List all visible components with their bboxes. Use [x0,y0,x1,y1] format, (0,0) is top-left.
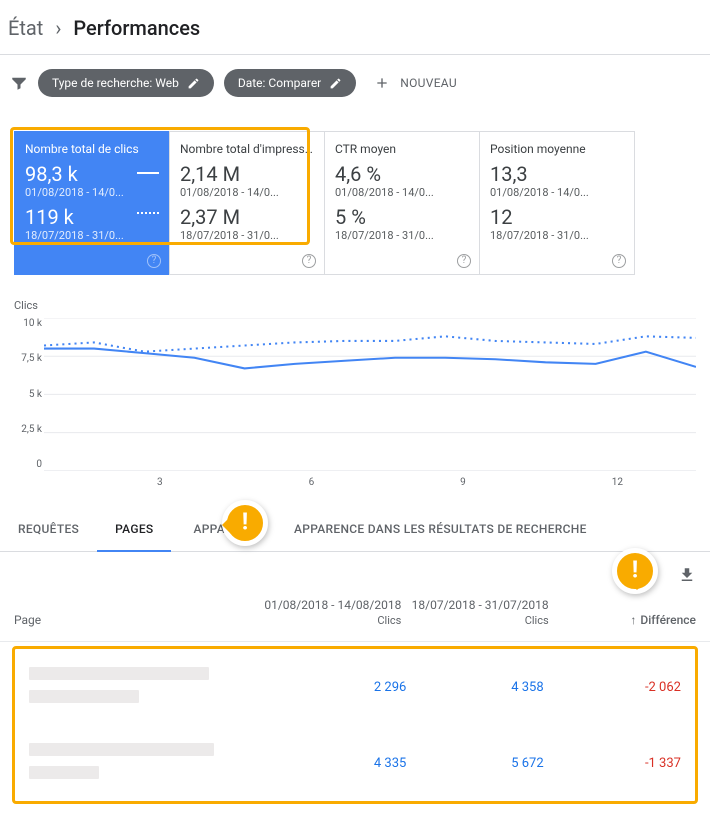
table-toolbar [0,552,710,588]
th-period-b[interactable]: 18/07/2018 - 31/07/2018 Clics [401,598,548,627]
pencil-icon [329,77,342,90]
cell-page [29,743,269,783]
chart-container: Clics 10 k 7,5 k 5 k 2,5 k 0 3 6 9 12 [14,299,696,488]
metric-date-a: 01/08/2018 - 14/0... [335,186,469,199]
metric-date-a: 01/08/2018 - 14/0... [180,186,314,199]
th-difference[interactable]: ↑Différence [549,613,696,627]
plus-icon [374,75,390,91]
metric-value-b: 2,37 M [180,205,314,229]
metric-value-a: 4,6 % [335,162,469,186]
callout-annotation: ! [612,548,672,608]
callout-annotation: ! [222,500,282,560]
page-title: Performances [73,16,200,40]
metric-title: Nombre total d'impressi... [180,142,314,156]
metric-impressions[interactable]: Nombre total d'impressi... 2,14 M 01/08/… [169,131,325,275]
metric-date-b: 18/07/2018 - 31/0... [180,229,314,242]
filter-icon[interactable] [10,74,28,92]
tab-requetes[interactable]: REQUÊTES [0,508,97,551]
add-filter-label: NOUVEAU [400,76,457,90]
table-header: Page 01/08/2018 - 14/08/2018 Clics 18/07… [0,588,710,642]
metric-value-b: 5 % [335,205,469,229]
chart-plot [44,318,696,471]
cell-page [29,667,269,707]
cell-clicks-a: 4 335 [269,756,406,771]
dotted-line-icon [137,212,159,214]
add-filter-button[interactable]: NOUVEAU [366,75,457,91]
x-axis-labels: 3 6 9 12 [44,477,696,488]
line-chart: 10 k 7,5 k 5 k 2,5 k 0 3 6 9 12 [44,318,696,488]
cell-diff: -2 062 [544,680,681,695]
metric-value-b: 119 k [25,205,159,229]
metric-value-b: 12 [490,205,624,229]
metric-title: Position moyenne [490,142,624,156]
table-row[interactable]: 4 335 5 672 -1 337 [15,725,695,801]
metric-total-clicks[interactable]: Nombre total de clics 98,3 k 01/08/2018 … [14,131,170,275]
metric-cards: Nombre total de clics 98,3 k 01/08/2018 … [14,131,696,275]
y-axis-labels: 10 k 7,5 k 5 k 2,5 k 0 [14,318,42,470]
th-page: Page [14,613,254,627]
pencil-icon [187,77,200,90]
tab-pages[interactable]: PAGES [97,508,171,552]
metric-position[interactable]: Position moyenne 13,3 01/08/2018 - 14/0.… [479,131,635,275]
breadcrumb-root[interactable]: État [8,16,43,40]
chart-title: Clics [14,299,696,312]
chip-date-compare[interactable]: Date: Comparer [224,69,356,97]
chip-label: Date: Comparer [238,76,321,90]
th-period-a[interactable]: 01/08/2018 - 14/08/2018 Clics [254,598,401,627]
help-icon[interactable]: ? [612,254,626,268]
breadcrumb: État › Performances [0,0,710,54]
help-icon[interactable]: ? [147,254,161,268]
cell-clicks-b: 5 672 [406,756,543,771]
filter-bar: Type de recherche: Web Date: Comparer NO… [0,54,710,111]
chevron-right-icon: › [55,16,61,40]
download-icon[interactable] [678,566,696,584]
chip-label: Type de recherche: Web [52,76,179,90]
metric-date-b: 18/07/2018 - 31/0... [25,229,159,242]
chip-search-type[interactable]: Type de recherche: Web [38,69,214,97]
metric-title: Nombre total de clics [25,142,159,156]
metric-date-a: 01/08/2018 - 14/0... [490,186,624,199]
solid-line-icon [137,172,159,174]
arrow-up-icon: ↑ [630,613,636,627]
metric-ctr[interactable]: CTR moyen 4,6 % 01/08/2018 - 14/0... 5 %… [324,131,480,275]
table-row[interactable]: 2 296 4 358 -2 062 [15,649,695,725]
highlight-box: 2 296 4 358 -2 062 4 335 5 672 -1 337 [12,646,698,804]
cell-clicks-a: 2 296 [269,680,406,695]
metric-date-a: 01/08/2018 - 14/0... [25,186,159,199]
metric-value-a: 13,3 [490,162,624,186]
cell-diff: -1 337 [544,756,681,771]
metric-date-b: 18/07/2018 - 31/0... [335,229,469,242]
dimension-tabs: REQUÊTES PAGES APPAREILS APPARENCE DANS … [0,508,710,552]
help-icon[interactable]: ? [457,254,471,268]
metric-date-b: 18/07/2018 - 31/0... [490,229,624,242]
help-icon[interactable]: ? [302,254,316,268]
cell-clicks-b: 4 358 [406,680,543,695]
tab-apparence[interactable]: APPARENCE DANS LES RÉSULTATS DE RECHERCH… [276,508,605,551]
metric-value-a: 98,3 k [25,162,159,186]
metric-title: CTR moyen [335,142,469,156]
metric-value-a: 2,14 M [180,162,314,186]
